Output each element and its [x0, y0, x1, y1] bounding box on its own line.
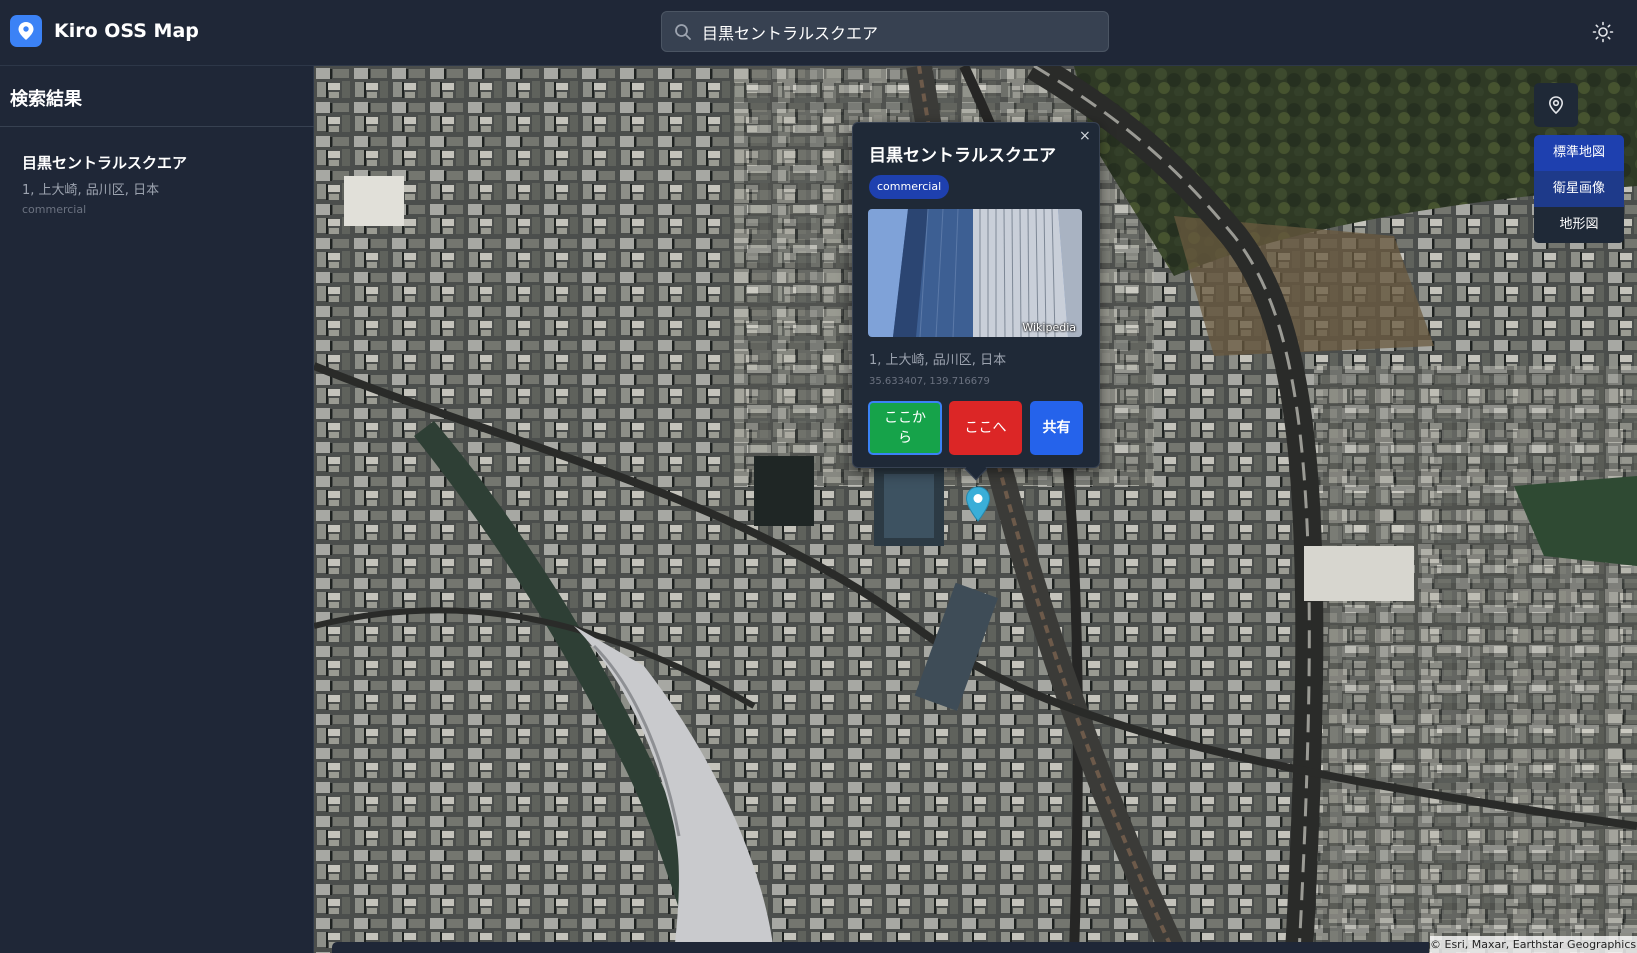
divider: [0, 126, 314, 127]
search-result-item[interactable]: 目黒セントラルスクエア 1, 上大崎, 品川区, 日本 commercial: [10, 142, 304, 226]
route-from-button[interactable]: ここから: [868, 401, 942, 455]
building-photo: [868, 209, 1082, 337]
layer-switcher: 標準地図 衛星画像 地形図: [1534, 135, 1624, 243]
map-canvas[interactable]: × 目黒セントラルスクエア commercial Wikipedia 1, 上大…: [314, 66, 1637, 953]
search-input[interactable]: [702, 16, 1097, 47]
route-to-button[interactable]: ここへ: [949, 401, 1022, 455]
sun-icon[interactable]: [1591, 20, 1615, 44]
location-marker-icon[interactable]: [965, 486, 991, 526]
place-photo[interactable]: Wikipedia: [868, 209, 1082, 337]
search-icon: [675, 24, 691, 40]
layer-satellite[interactable]: 衛星画像: [1534, 171, 1624, 207]
close-button[interactable]: ×: [1079, 129, 1091, 143]
result-type: commercial: [22, 203, 87, 216]
app-title: Kiro OSS Map: [54, 20, 199, 42]
share-button[interactable]: 共有: [1030, 401, 1083, 455]
result-address: 1, 上大崎, 品川区, 日本: [22, 183, 160, 198]
layer-terrain[interactable]: 地形図: [1534, 207, 1624, 243]
result-name: 目黒セントラルスクエア: [22, 154, 188, 172]
sidebar-title: 検索結果: [10, 89, 82, 110]
map-pin-icon: [10, 15, 42, 47]
layer-standard[interactable]: 標準地図: [1534, 135, 1624, 171]
app-header: Kiro OSS Map: [0, 0, 1637, 66]
search-box[interactable]: [661, 11, 1109, 52]
map-attribution[interactable]: © Esri, Maxar, Earthstar Geographics: [1430, 936, 1637, 953]
photo-credit[interactable]: Wikipedia: [1022, 321, 1076, 334]
sidebar: 検索結果 目黒セントラルスクエア 1, 上大崎, 品川区, 日本 commerc…: [0, 66, 314, 953]
map-footer-bar: [332, 942, 1429, 953]
location-pin-icon: [1548, 96, 1564, 115]
popup-address: 1, 上大崎, 品川区, 日本: [869, 353, 1007, 368]
popup-title: 目黒セントラルスクエア: [869, 146, 1056, 166]
locate-button[interactable]: [1534, 83, 1578, 127]
category-badge: commercial: [869, 175, 950, 199]
place-popup: × 目黒セントラルスクエア commercial Wikipedia 1, 上大…: [852, 122, 1100, 481]
popup-coordinates: 35.633407, 139.716679: [869, 376, 990, 387]
